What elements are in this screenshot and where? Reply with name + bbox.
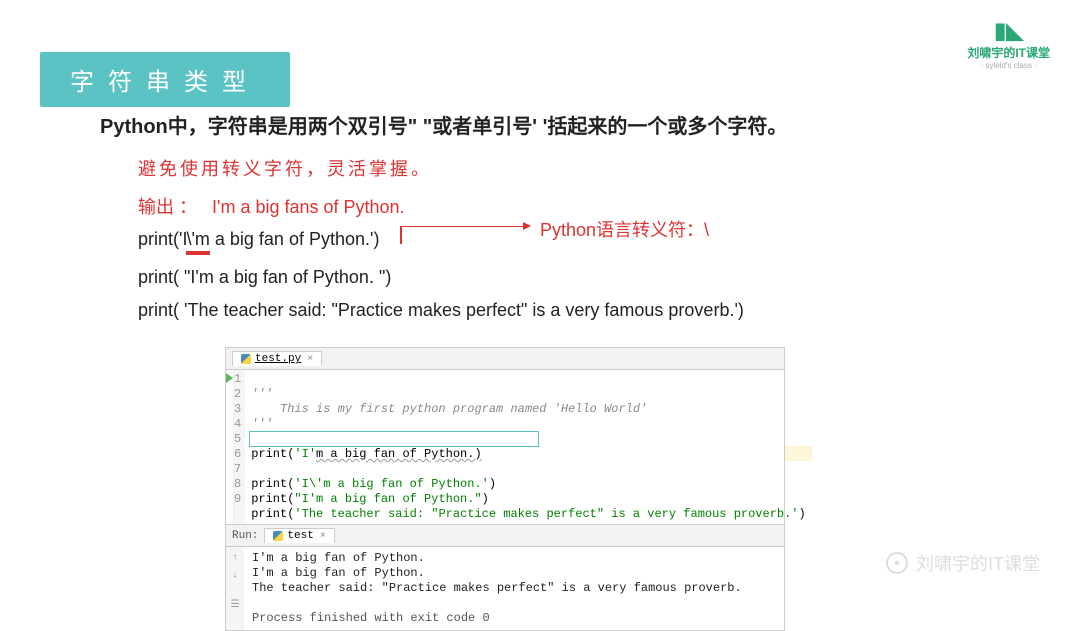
editor-pane: 123456789 ''' This is my first python pr… xyxy=(225,369,785,525)
arrow-down-icon[interactable]: ↓ xyxy=(232,570,238,581)
logo-mark: ▮◣ xyxy=(967,18,1050,44)
arrow-up-icon[interactable]: ↑ xyxy=(232,553,238,564)
section-title: 字符串类型 xyxy=(40,52,290,107)
logo-subtext: · syield's class · xyxy=(967,61,1050,70)
close-icon[interactable]: × xyxy=(307,354,313,365)
annotation-arrow xyxy=(400,226,530,228)
run-toolbar: Run: test × xyxy=(225,525,785,547)
example-line-2: print( "I'm a big fan of Python. ") xyxy=(138,267,1040,288)
run-tab[interactable]: test × xyxy=(264,528,334,543)
brand-logo: ▮◣ 刘啸宇的IT课堂 · syield's class · xyxy=(967,18,1050,70)
run-gutter-icon[interactable] xyxy=(226,373,233,383)
annotation-connector xyxy=(400,226,402,244)
line-numbers: 123456789 xyxy=(234,370,245,524)
python-icon xyxy=(273,531,283,541)
output-label: 输出 ： xyxy=(138,197,197,217)
editor-tabbar: test.py × xyxy=(225,347,785,369)
console-pane: ↑ ↓ ☰ I'm a big fan of Python. I'm a big… xyxy=(225,547,785,631)
watermark: ✦ 刘啸宇的IT课堂 xyxy=(886,550,1040,576)
logo-text: 刘啸宇的IT课堂 xyxy=(967,44,1050,61)
output-value: I'm a big fans of Python. xyxy=(212,197,405,217)
annotation-text: Python语言转义符：\ xyxy=(540,216,709,242)
close-icon[interactable]: × xyxy=(320,531,326,542)
wechat-icon: ✦ xyxy=(886,552,908,574)
console-output: I'm a big fan of Python. I'm a big fan o… xyxy=(244,547,784,630)
python-icon xyxy=(241,354,251,364)
console-toolbar: ↑ ↓ ☰ xyxy=(226,547,244,630)
wrap-icon[interactable]: ☰ xyxy=(231,599,240,611)
intro-text: Python中，字符串是用两个双引号" "或者单引号' '括起来的一个或多个字符… xyxy=(100,110,1040,139)
selection-box xyxy=(249,431,539,447)
editor-tab[interactable]: test.py × xyxy=(232,351,322,366)
note-text: 避免使用转义字符，灵活掌握。 xyxy=(138,155,1040,181)
example-line-3: print( 'The teacher said: "Practice make… xyxy=(138,300,1040,321)
ide-screenshot: test.py × 123456789 ''' This is my first… xyxy=(225,347,785,631)
code-area[interactable]: ''' This is my first python program name… xyxy=(245,370,812,524)
escape-highlight: \'m xyxy=(186,229,209,255)
